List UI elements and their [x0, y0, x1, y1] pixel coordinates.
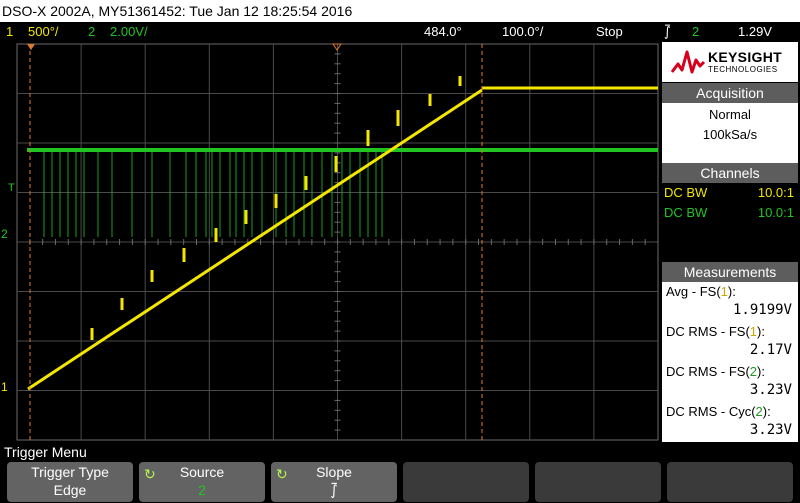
- measurement-value: 2.17V: [749, 342, 792, 358]
- measurements-panel[interactable]: Avg - FS(1): 1.9199V DC RMS - FS(1): 2.1…: [662, 282, 798, 442]
- ch1-probe: 10.0:1: [757, 185, 794, 200]
- empty-softkey[interactable]: [667, 462, 793, 502]
- measurement-label: DC RMS - Cyc(2):: [666, 404, 771, 419]
- source-softkey[interactable]: ↻ Source 2: [139, 462, 265, 502]
- trigger-level-marker: T: [8, 182, 15, 194]
- channel-row-2[interactable]: DC BW 10.0:1: [662, 203, 798, 223]
- measurement-value: 3.23V: [749, 422, 792, 438]
- time-offset[interactable]: 484.0°: [424, 22, 462, 42]
- trigger-level[interactable]: 1.29V: [738, 22, 772, 42]
- softkey-label: Slope: [316, 464, 352, 480]
- ch1-ground-marker: 1: [1, 380, 8, 394]
- acquisition-panel[interactable]: Normal 100kSa/s: [662, 103, 798, 164]
- slope-softkey[interactable]: ↻ Slope ⨛: [271, 462, 397, 502]
- ch2-coupling: DC BW: [664, 205, 708, 220]
- channels-header: Channels: [662, 163, 798, 183]
- measurement-label: Avg - FS(1):: [666, 284, 736, 299]
- softkey-value: ⨛: [330, 482, 338, 498]
- acquisition-mode: Normal: [709, 107, 751, 122]
- time-scale[interactable]: 100.0°/: [502, 22, 543, 42]
- channel-row-1[interactable]: DC BW 10.0:1: [662, 183, 798, 203]
- menu-title: Trigger Menu: [4, 444, 87, 460]
- empty-softkey[interactable]: [535, 462, 661, 502]
- logo-name: KEYSIGHT: [708, 49, 782, 65]
- ch2-probe: 10.0:1: [757, 205, 794, 220]
- measurement-label: DC RMS - FS(2):: [666, 364, 765, 379]
- acquisition-header: Acquisition: [662, 83, 798, 103]
- trigger-type-softkey[interactable]: Trigger Type Edge: [7, 462, 133, 502]
- ch1-coupling: DC BW: [664, 185, 708, 200]
- logo-subtitle: TECHNOLOGIES: [708, 65, 778, 74]
- ch2-number[interactable]: 2: [88, 22, 95, 42]
- trigger-source[interactable]: 2: [692, 22, 699, 42]
- measurement-label: DC RMS - FS(1):: [666, 324, 765, 339]
- title-bar: DSO-X 2002A, MY51361452: Tue Jan 12 18:2…: [0, 0, 800, 22]
- scope-display[interactable]: T 2 1: [0, 42, 660, 442]
- measurement-value: 1.9199V: [732, 302, 792, 318]
- softkey-value: 2: [198, 482, 206, 498]
- ch1-scale[interactable]: 500°/: [28, 22, 59, 42]
- softkey-menu: Trigger Menu Trigger Type Edge ↻ Source …: [0, 442, 800, 503]
- side-panel: KEYSIGHT TECHNOLOGIES Acquisition Normal…: [660, 42, 800, 442]
- keysight-logo: KEYSIGHT TECHNOLOGIES: [662, 42, 798, 82]
- keysight-wave-icon: [670, 50, 706, 74]
- status-bar: 1 500°/ 2 2.00V/ 484.0° 100.0°/ Stop ⨛ 2…: [0, 22, 800, 42]
- acquisition-rate: 100kSa/s: [702, 127, 758, 142]
- empty-softkey[interactable]: [403, 462, 529, 502]
- softkey-value: Edge: [53, 482, 87, 498]
- measurements-header: Measurements: [662, 262, 798, 282]
- ch1-number[interactable]: 1: [6, 22, 13, 42]
- channels-panel[interactable]: DC BW 10.0:1 DC BW 10.0:1: [662, 183, 798, 263]
- trigger-slope-icon: ⨛: [664, 24, 671, 39]
- run-state[interactable]: Stop: [596, 22, 623, 42]
- measurement-value: 3.23V: [749, 382, 792, 398]
- ch2-scale[interactable]: 2.00V/: [110, 22, 148, 42]
- title-text: DSO-X 2002A, MY51361452: Tue Jan 12 18:2…: [2, 3, 353, 19]
- ch2-ground-marker: 2: [1, 227, 8, 241]
- softkey-label: Source: [179, 464, 225, 480]
- softkey-label: Trigger Type: [31, 464, 109, 480]
